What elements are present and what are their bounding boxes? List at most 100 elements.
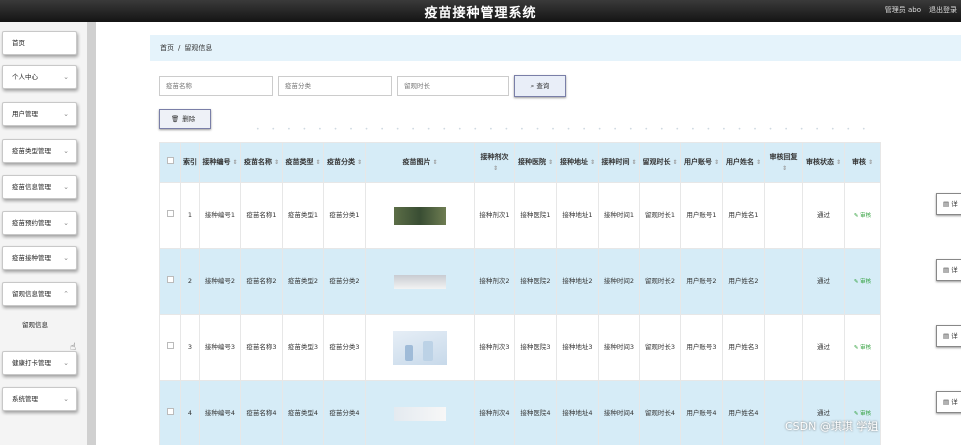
select-all-checkbox[interactable] [159,142,181,183]
logout-link[interactable]: 退出登录 [929,5,957,15]
cell-dose: 接种剂次2 [474,248,515,315]
chevron-down-icon: ⌄ [63,183,69,191]
sidebar-item-observation[interactable]: 留观信息管理 ⌃ [2,282,77,306]
sidebar-item-label: 疫苗预约管理 [12,219,51,227]
sidebar-item-appointment[interactable]: 疫苗预约管理 ⌄ [2,211,77,235]
vaccine-image[interactable] [394,406,446,421]
col-name[interactable]: 疫苗名称 ⇕ [240,142,283,183]
cell-status: 通过 [802,182,845,249]
vaccine-image[interactable] [394,206,446,225]
detail-button[interactable]: ▤ 详 [936,325,961,347]
col-image[interactable]: 疫苗图片 ⇕ [365,142,475,183]
cell-index: 1 [180,182,200,249]
cell-name: 疫苗名称2 [240,248,283,315]
sort-icon: ⇕ [547,159,554,166]
review-link[interactable]: ✎ 审核 [854,213,871,219]
sidebar-item-label: 疫苗信息管理 [12,183,51,191]
chevron-down-icon: ⌄ [63,147,69,155]
cell-address: 接种地址1 [556,182,599,249]
col-time[interactable]: 接种时间 ⇕ [598,142,640,183]
vaccine-category-input[interactable] [278,76,392,96]
delete-button[interactable]: 🗑 删除 [159,109,211,129]
sidebar-scrollbar[interactable] [87,22,96,445]
cell-review: ✎ 审核 [844,248,881,315]
row-checkbox[interactable] [159,380,181,445]
cell-code: 接种编号1 [199,182,241,249]
cell-duration: 留观时长4 [639,380,681,445]
sidebar-item-vaccine-info[interactable]: 疫苗信息管理 ⌄ [2,175,77,199]
chevron-up-icon: ⌃ [63,290,69,298]
vaccine-name-input[interactable] [159,76,273,96]
col-category[interactable]: 疫苗分类 ⇕ [323,142,366,183]
cell-review: ✎ 审核 [844,182,881,249]
detail-icon: ▤ [943,200,950,208]
table-row: 4 接种编号4 疫苗名称4 疫苗类型4 疫苗分类4 接种剂次4 接种医院4 接种… [159,380,881,445]
chevron-down-icon: ⌄ [63,73,69,81]
sort-icon: ⇕ [589,159,596,166]
breadcrumb-home[interactable]: 首页 [160,44,174,52]
detail-button[interactable]: ▤ 详 [936,259,961,281]
cell-time: 接种时间3 [598,314,640,381]
sort-icon: ⇕ [492,164,499,172]
cell-image [365,182,475,249]
col-status[interactable]: 审核状态 ⇕ [802,142,845,183]
sidebar-subitem-observation-info[interactable]: 留观信息 [22,317,72,333]
search-icon: ⌕ [530,82,535,90]
col-dose[interactable]: 接种剂次⇕ [474,142,515,183]
vaccine-image[interactable] [394,274,446,289]
sort-icon: ⇕ [867,159,874,166]
cell-name: 疫苗名称1 [240,182,283,249]
col-type[interactable]: 疫苗类型 ⇕ [282,142,324,183]
vaccine-image[interactable] [393,330,447,365]
pointer-cursor-icon: ☝ [70,342,77,353]
col-index: 索引 [180,142,200,183]
cell-status: 通过 [802,314,845,381]
row-checkbox[interactable] [159,182,181,249]
cell-time: 接种时间1 [598,182,640,249]
row-checkbox[interactable] [159,314,181,381]
sidebar-item-profile[interactable]: 个人中心 ⌄ [2,65,77,89]
cell-category: 疫苗分类1 [323,182,366,249]
col-address[interactable]: 接种地址 ⇕ [556,142,599,183]
sidebar-item-home[interactable]: 首页 [2,31,77,55]
edit-icon: ✎ [853,278,859,285]
col-username[interactable]: 用户姓名 ⇕ [722,142,765,183]
observation-table: 索引 接种编号 ⇕ 疫苗名称 ⇕ 疫苗类型 ⇕ 疫苗分类 ⇕ 疫苗图片 ⇕ 接种剂次⇕ 接… [159,142,881,445]
cell-category: 疫苗分类2 [323,248,366,315]
col-account[interactable]: 用户账号 ⇕ [680,142,723,183]
sort-icon: ⇕ [755,159,762,166]
cell-account: 用户账号4 [680,380,723,445]
col-code[interactable]: 接种编号 ⇕ [199,142,241,183]
sidebar-item-label: 疫苗接种管理 [12,254,51,262]
review-link[interactable]: ✎ 审核 [854,279,871,285]
chevron-down-icon: ⌄ [63,254,69,262]
sidebar: 首页 个人中心 ⌄ 用户管理 ⌄ 疫苗类型管理 ⌄ 疫苗信息管理 ⌄ 疫苗预约管… [0,22,96,445]
sidebar-item-vaccine-type[interactable]: 疫苗类型管理 ⌄ [2,139,77,163]
sidebar-item-system[interactable]: 系统管理 ⌄ [2,387,77,411]
search-button[interactable]: ⌕ 查询 [514,75,566,97]
sidebar-item-label: 用户管理 [12,110,38,118]
sidebar-item-health-checkin[interactable]: 健康打卡管理 ⌄ [2,351,77,375]
row-checkbox[interactable] [159,248,181,315]
edit-icon: ✎ [853,410,859,417]
review-link[interactable]: ✎ 审核 [854,345,871,351]
review-link[interactable]: ✎ 审核 [854,411,871,417]
sidebar-item-label: 个人中心 [12,73,38,81]
cell-reply [764,314,803,381]
col-hospital[interactable]: 接种医院 ⇕ [514,142,557,183]
cell-hospital: 接种医院3 [514,314,557,381]
col-duration[interactable]: 留观时长 ⇕ [639,142,681,183]
detail-button[interactable]: ▤ 详 [936,193,961,215]
col-reply[interactable]: 审核回复⇕ [764,142,803,183]
col-review[interactable]: 审核 ⇕ [844,142,881,183]
cell-username: 用户姓名1 [722,182,765,249]
cell-address: 接种地址2 [556,248,599,315]
top-bar: 疫苗接种管理系统 管理员 abo 退出登录 [0,0,961,22]
observation-duration-input[interactable] [397,76,509,96]
sidebar-item-vaccination[interactable]: 疫苗接种管理 ⌄ [2,246,77,270]
cell-dose: 接种剂次4 [474,380,515,445]
detail-icon: ▤ [943,332,950,340]
detail-button[interactable]: ▤ 详 [936,391,961,413]
sidebar-item-users[interactable]: 用户管理 ⌄ [2,102,77,126]
cell-reply [764,380,803,445]
